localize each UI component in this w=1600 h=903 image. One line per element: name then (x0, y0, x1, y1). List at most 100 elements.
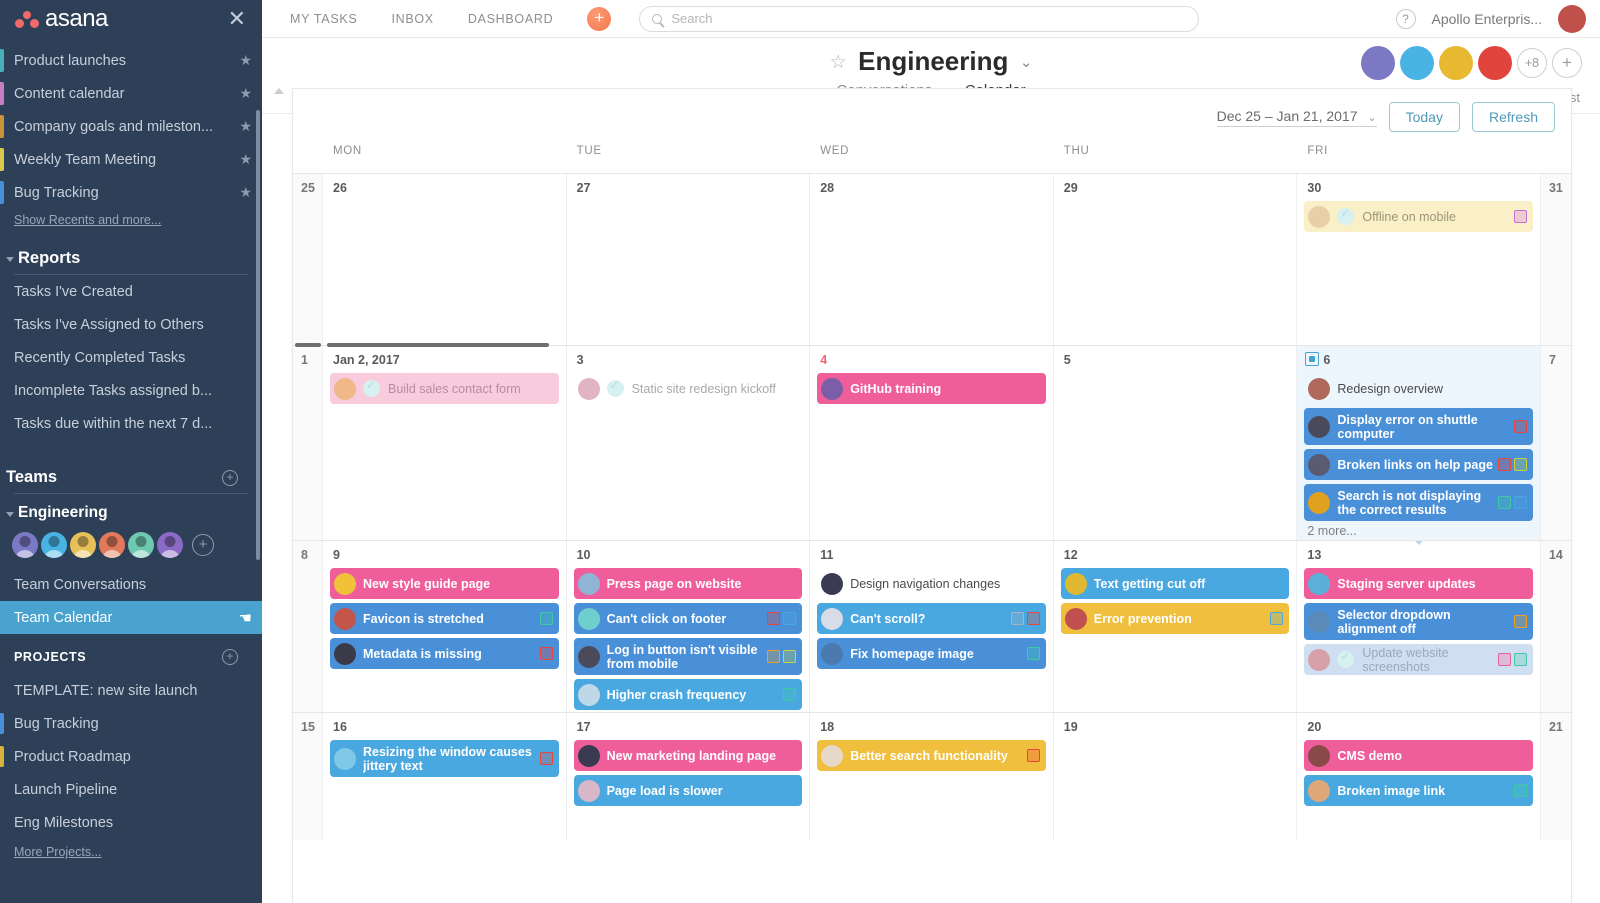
today-button[interactable]: Today (1388, 102, 1460, 132)
avatar[interactable] (128, 532, 154, 558)
task-tag[interactable] (1026, 612, 1040, 625)
reports-section-header[interactable]: Reports (0, 249, 262, 268)
calendar-day-cell[interactable]: 30 Offline on mobile (1297, 174, 1541, 345)
task-tag[interactable] (1513, 615, 1527, 628)
calendar-task[interactable]: Fix homepage image (817, 638, 1046, 669)
avatar[interactable] (12, 532, 38, 558)
sidebar-project-item[interactable]: TEMPLATE: new site launch (0, 674, 262, 707)
quick-add-button[interactable]: + (587, 6, 612, 31)
task-tag[interactable] (1270, 612, 1284, 625)
task-tag[interactable] (1026, 647, 1040, 660)
add-member-button[interactable]: + (192, 534, 214, 556)
avatar[interactable] (157, 532, 183, 558)
calendar-day-cell-overflow[interactable]: 1 (293, 346, 323, 540)
avatar[interactable] (1361, 46, 1395, 80)
more-tasks-link[interactable]: 2 more... (1297, 524, 1540, 538)
calendar-day-cell-overflow[interactable]: 21 (1540, 713, 1571, 840)
task-tag[interactable] (1010, 612, 1024, 625)
calendar-day-cell[interactable]: 19 (1054, 713, 1298, 840)
task-tag[interactable] (767, 612, 781, 625)
calendar-task[interactable]: Broken image link (1304, 775, 1533, 806)
task-tag[interactable] (767, 650, 781, 663)
search-input[interactable]: Search (639, 5, 1200, 32)
calendar-task[interactable]: Selector dropdown alignment off (1304, 603, 1533, 640)
calendar-task[interactable]: Can't scroll? (817, 603, 1046, 634)
close-icon[interactable]: ✕ (228, 8, 246, 30)
star-icon[interactable]: ★ (239, 52, 252, 69)
sidebar-project-item[interactable]: Bug Tracking (0, 707, 262, 740)
calendar-day-cell[interactable]: 4 GitHub training (810, 346, 1054, 540)
calendar-day-cell[interactable]: 6 Redesign overview Display error on shutt… (1297, 346, 1541, 545)
calendar-day-cell[interactable]: 27 (567, 174, 811, 345)
calendar-task[interactable]: Higher crash frequency (573, 679, 803, 710)
nav-dashboard[interactable]: DASHBOARD (468, 12, 553, 26)
avatar[interactable] (1478, 46, 1512, 80)
week-drag-handle[interactable] (295, 343, 321, 347)
calendar-task[interactable]: GitHub training (817, 373, 1046, 404)
calendar-day-cell-overflow[interactable]: 25 (293, 174, 323, 345)
calendar-day-cell-overflow[interactable]: 7 (1540, 346, 1571, 540)
sidebar-favorite-item[interactable]: Bug Tracking ★ (0, 176, 262, 209)
nav-inbox[interactable]: INBOX (391, 12, 433, 26)
chevron-down-icon[interactable]: ⌄ (1020, 54, 1033, 71)
sidebar-report-item[interactable]: Recently Completed Tasks (0, 341, 262, 374)
avatar[interactable] (1400, 46, 1434, 80)
avatar[interactable] (70, 532, 96, 558)
team-engineering-header[interactable]: Engineering (0, 504, 262, 522)
task-tag[interactable] (539, 612, 553, 625)
calendar-task[interactable]: Broken links on help page (1304, 449, 1533, 480)
calendar-day-cell-overflow[interactable]: 14 (1540, 541, 1571, 712)
task-tag[interactable] (783, 650, 797, 663)
sidebar-scrollbar[interactable] (256, 110, 260, 560)
sidebar-item-team-calendar[interactable]: Team Calendar ☚ (0, 601, 262, 634)
sidebar-report-item[interactable]: Tasks I've Created (0, 275, 262, 308)
date-range-selector[interactable]: Dec 25 – Jan 21, 2017 ⌄ (1216, 108, 1377, 127)
avatar[interactable] (1558, 4, 1586, 33)
calendar-day-cell[interactable]: 3 Static site redesign kickoff (567, 346, 811, 540)
calendar-task[interactable]: Log in button isn't visible from mobile (573, 638, 803, 675)
calendar-task[interactable]: Text getting cut off (1060, 568, 1290, 599)
calendar-day-cell[interactable]: 12 Text getting cut off Error prevention (1054, 541, 1298, 712)
calendar-day-cell[interactable]: 11 Design navigation changes Can't scroll?… (810, 541, 1054, 712)
calendar-task[interactable]: Update website screenshots (1304, 644, 1533, 675)
calendar-day-cell[interactable]: 13 Staging server updates Selector dropdow… (1297, 541, 1541, 712)
sidebar-item-team-conversations[interactable]: Team Conversations (0, 568, 262, 601)
task-tag[interactable] (1513, 420, 1527, 433)
calendar-day-cell[interactable]: 29 (1054, 174, 1298, 345)
task-tag[interactable] (1497, 653, 1511, 666)
calendar-day-cell-overflow[interactable]: 8 (293, 541, 323, 712)
sidebar-project-item[interactable]: Eng Milestones (0, 806, 262, 839)
help-icon[interactable]: ? (1395, 8, 1416, 29)
calendar-day-cell[interactable]: 26 (323, 174, 567, 345)
task-tag[interactable] (783, 688, 797, 701)
task-tag[interactable] (1497, 496, 1511, 509)
task-tag[interactable] (1513, 458, 1527, 471)
calendar-task[interactable]: Better search functionality (817, 740, 1046, 771)
calendar-day-cell[interactable]: 20 CMS demo Broken image link (1297, 713, 1541, 840)
task-tag[interactable] (1513, 210, 1527, 223)
sidebar-project-item[interactable]: Launch Pipeline (0, 773, 262, 806)
sidebar-report-item[interactable]: Tasks due within the next 7 d... (0, 407, 262, 440)
sidebar-favorite-item[interactable]: Weekly Team Meeting ★ (0, 143, 262, 176)
star-icon[interactable]: ★ (239, 118, 252, 135)
calendar-task[interactable]: Search is not displaying the correct res… (1304, 484, 1533, 521)
calendar-day-cell[interactable]: 18 Better search functionality (810, 713, 1054, 840)
week-drag-handle[interactable] (327, 343, 549, 347)
task-tag[interactable] (1497, 458, 1511, 471)
calendar-task[interactable]: Press page on website (573, 568, 803, 599)
calendar-task[interactable]: Staging server updates (1304, 568, 1533, 599)
calendar-day-cell[interactable]: 9 New style guide page Favicon is stretche… (323, 541, 567, 712)
calendar-task[interactable]: Display error on shuttle computer (1304, 408, 1533, 445)
star-icon[interactable]: ★ (239, 151, 252, 168)
nav-my-tasks[interactable]: MY TASKS (290, 12, 357, 26)
calendar-task[interactable]: Error prevention (1060, 603, 1290, 634)
calendar-day-cell-overflow[interactable]: 31 (1540, 174, 1571, 345)
task-tag[interactable] (539, 752, 553, 765)
task-tag[interactable] (1026, 749, 1040, 762)
more-members-button[interactable]: +8 (1517, 48, 1547, 78)
star-icon[interactable]: ★ (239, 184, 252, 201)
sidebar-project-item[interactable]: Product Roadmap (0, 740, 262, 773)
calendar-day-cell[interactable]: 10 Press page on website Can't click on fo… (567, 541, 811, 712)
calendar-task[interactable]: New marketing landing page (573, 740, 803, 771)
task-tag[interactable] (539, 647, 553, 660)
